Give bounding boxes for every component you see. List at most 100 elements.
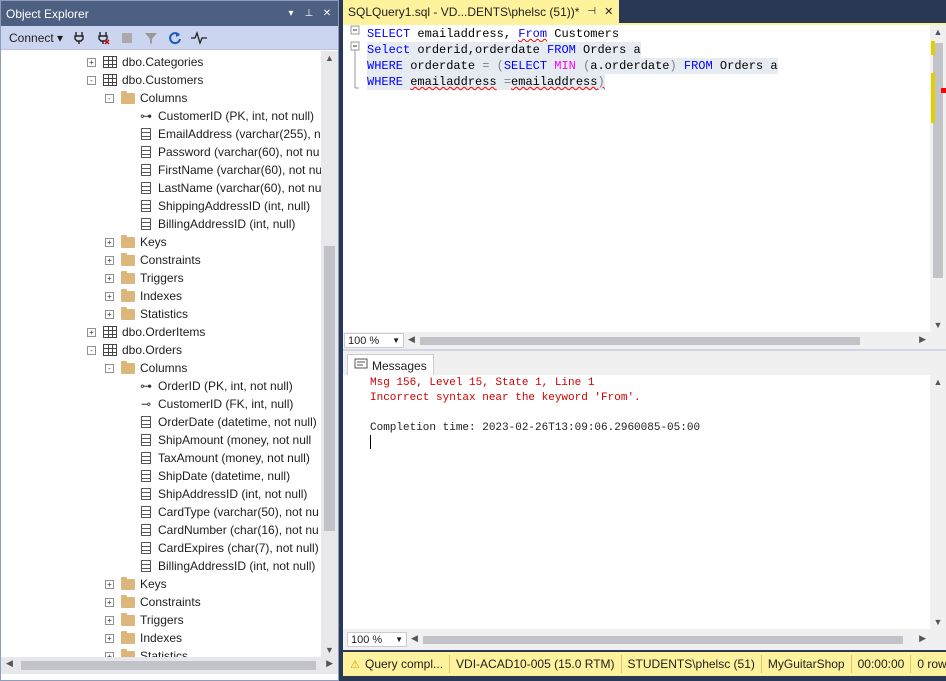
- editor-zoom-select[interactable]: 100 % ▼: [344, 333, 404, 348]
- scroll-up-icon[interactable]: ▲: [930, 377, 946, 387]
- expand-icon[interactable]: +: [105, 633, 114, 643]
- scrollbar-thumb[interactable]: [21, 661, 316, 670]
- tree-node-label: Triggers: [140, 271, 184, 285]
- tree-node[interactable]: BillingAddressID (int, null): [138, 215, 295, 233]
- scrollbar-thumb[interactable]: [420, 337, 860, 345]
- tree-node[interactable]: + Statistics: [105, 647, 188, 657]
- query-status: ⚠ Query compl...: [343, 655, 451, 673]
- expand-icon[interactable]: +: [105, 237, 114, 247]
- activity-monitor-icon[interactable]: [191, 30, 208, 46]
- tree-node[interactable]: ShipAmount (money, not null: [138, 431, 311, 449]
- tree-node[interactable]: CardNumber (char(16), not nu: [138, 521, 319, 539]
- scroll-up-icon[interactable]: ▲: [930, 27, 946, 37]
- code-token: WHERE: [367, 75, 404, 89]
- scroll-right-icon[interactable]: ▶: [919, 334, 926, 345]
- scroll-left-icon[interactable]: ◀: [6, 658, 13, 669]
- pin-icon[interactable]: ⊥: [302, 8, 316, 19]
- tree-node[interactable]: - dbo.Orders: [87, 341, 182, 359]
- tree-node-label: CardExpires (char(7), not null): [158, 541, 319, 555]
- expand-icon[interactable]: +: [105, 309, 114, 319]
- editor-vertical-scrollbar[interactable]: ▲ ▼: [930, 25, 946, 332]
- window-position-dropdown-icon[interactable]: ▾: [284, 8, 298, 19]
- expand-icon[interactable]: +: [87, 57, 96, 67]
- user-info: STUDENTS\phelsc (51): [622, 655, 762, 673]
- scroll-up-icon[interactable]: ▲: [321, 53, 338, 63]
- scroll-left-icon[interactable]: ◀: [408, 334, 415, 345]
- close-icon[interactable]: ✕: [604, 5, 613, 18]
- tree-node[interactable]: + Constraints: [105, 251, 201, 269]
- tree-node[interactable]: OrderDate (datetime, not null): [138, 413, 317, 431]
- scroll-down-icon[interactable]: ▼: [321, 645, 338, 655]
- scrollbar-thumb[interactable]: [324, 246, 335, 531]
- results-zoom-select[interactable]: 100 % ▼: [347, 632, 407, 647]
- collapse-icon[interactable]: -: [87, 345, 96, 355]
- tree-node[interactable]: ShipDate (datetime, null): [138, 467, 290, 485]
- tree-node[interactable]: + Triggers: [105, 269, 184, 287]
- tree-node[interactable]: + Indexes: [105, 629, 182, 647]
- tree-node[interactable]: + Keys: [105, 575, 167, 593]
- sql-editor[interactable]: SELECT emailaddress, From Customers Selec…: [343, 25, 946, 332]
- tree-node[interactable]: ⊸ CustomerID (FK, int, null): [138, 395, 293, 413]
- code-token: Orders a: [575, 43, 641, 57]
- filter-icon[interactable]: [143, 30, 159, 46]
- collapse-icon[interactable]: -: [105, 363, 114, 373]
- tree-node[interactable]: TaxAmount (money, not null): [138, 449, 310, 467]
- stop-icon[interactable]: [119, 30, 135, 46]
- messages-vertical-scrollbar[interactable]: ▲ ▼: [930, 375, 946, 629]
- tree-node-label: CardNumber (char(16), not nu: [158, 523, 319, 537]
- tree-node[interactable]: CardExpires (char(7), not null): [138, 539, 319, 557]
- object-explorer-tree: + dbo.Categories - dbo.Customers - Columns ⊶ Cu…: [1, 51, 321, 657]
- results-tabstrip: Messages: [343, 349, 946, 376]
- tree-node[interactable]: + dbo.OrderItems: [87, 323, 205, 341]
- tree-node[interactable]: + Triggers: [105, 611, 184, 629]
- query-tab[interactable]: SQLQuery1.sql - VD...DENTS\phelsc (51))*…: [343, 0, 620, 23]
- disconnect-icon[interactable]: [95, 30, 111, 46]
- tree-node[interactable]: - dbo.Customers: [87, 71, 203, 89]
- scroll-down-icon[interactable]: ▼: [930, 320, 946, 330]
- scroll-right-icon[interactable]: ▶: [919, 633, 926, 644]
- tree-node[interactable]: + Indexes: [105, 287, 182, 305]
- tree-node[interactable]: ⊶ OrderID (PK, int, not null): [138, 377, 293, 395]
- tree-node[interactable]: + dbo.Categories: [87, 53, 203, 71]
- tree-node[interactable]: Password (varchar(60), not nu: [138, 143, 319, 161]
- tree-node[interactable]: - Columns: [105, 89, 187, 107]
- collapse-icon[interactable]: -: [87, 75, 96, 85]
- tree-node[interactable]: BillingAddressID (int, not null): [138, 557, 315, 575]
- collapse-icon[interactable]: -: [105, 93, 114, 103]
- tree-horizontal-scrollbar[interactable]: ◀ ▶: [1, 657, 338, 674]
- pin-icon[interactable]: ⊣: [587, 6, 596, 17]
- messages-pane[interactable]: Msg 156, Level 15, State 1, Line 1 Incorr…: [343, 375, 946, 629]
- tree-node[interactable]: - Columns: [105, 359, 187, 377]
- expand-icon[interactable]: +: [105, 291, 114, 301]
- expand-icon[interactable]: +: [105, 615, 114, 625]
- tree-node[interactable]: ⊶ CustomerID (PK, int, not null): [138, 107, 314, 125]
- scroll-down-icon[interactable]: ▼: [930, 617, 946, 627]
- connect-button[interactable]: Connect ▾: [9, 31, 63, 45]
- tab-messages[interactable]: Messages: [347, 354, 434, 376]
- refresh-icon[interactable]: [167, 30, 183, 46]
- results-horizontal-scrollbar[interactable]: ◀ ▶: [407, 631, 946, 648]
- scroll-left-icon[interactable]: ◀: [411, 633, 418, 644]
- editor-horizontal-scrollbar[interactable]: ◀ ▶: [404, 332, 946, 349]
- tree-node[interactable]: ShipAddressID (int, not null): [138, 485, 307, 503]
- expand-icon[interactable]: +: [87, 327, 96, 337]
- tree-node[interactable]: LastName (varchar(60), not nu: [138, 179, 321, 197]
- tree-node[interactable]: + Keys: [105, 233, 167, 251]
- connect-plug-icon[interactable]: [71, 30, 87, 46]
- expand-icon[interactable]: +: [105, 579, 114, 589]
- expand-icon[interactable]: +: [105, 597, 114, 607]
- tree-node[interactable]: EmailAddress (varchar(255), n: [138, 125, 321, 143]
- column-icon: [138, 162, 154, 178]
- tree-node[interactable]: CardType (varchar(50), not nu: [138, 503, 319, 521]
- tree-node[interactable]: + Constraints: [105, 593, 201, 611]
- column-icon: [138, 414, 154, 430]
- tree-node[interactable]: ShippingAddressID (int, null): [138, 197, 310, 215]
- close-icon[interactable]: ✕: [320, 8, 334, 19]
- expand-icon[interactable]: +: [105, 273, 114, 283]
- tree-node[interactable]: + Statistics: [105, 305, 188, 323]
- scrollbar-thumb[interactable]: [423, 636, 903, 644]
- tree-node[interactable]: FirstName (varchar(60), not nu: [138, 161, 321, 179]
- expand-icon[interactable]: +: [105, 255, 114, 265]
- tree-vertical-scrollbar[interactable]: ▲ ▼: [321, 51, 338, 657]
- scroll-right-icon[interactable]: ▶: [326, 658, 333, 669]
